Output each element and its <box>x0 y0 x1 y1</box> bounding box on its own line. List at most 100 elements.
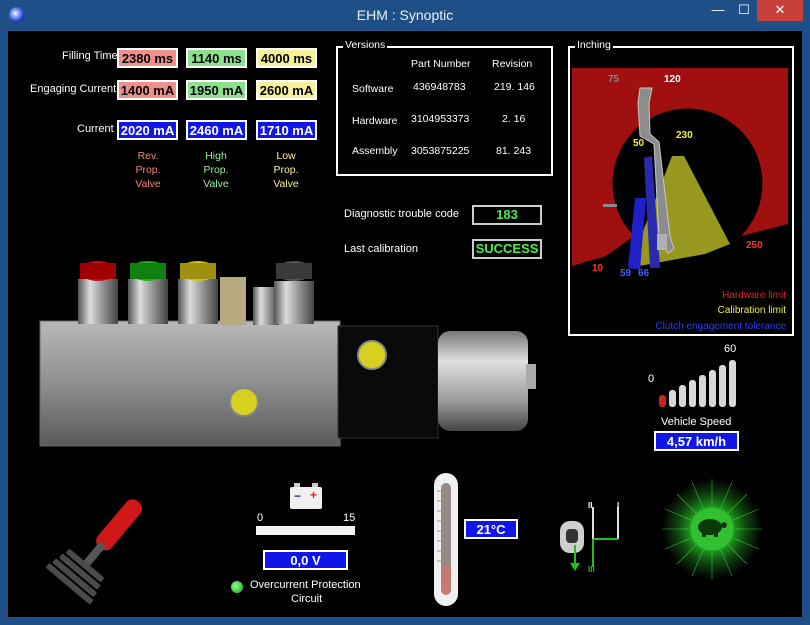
gear-label-3: III <box>588 565 595 574</box>
close-button[interactable]: ✕ <box>757 0 803 21</box>
battery-voltage-bar <box>256 526 355 535</box>
versions-title: Versions <box>343 39 388 51</box>
inching-label-10: 10 <box>592 263 604 274</box>
minimize-button[interactable]: — <box>705 0 731 21</box>
inching-label-230: 230 <box>676 130 693 141</box>
solenoid-housing <box>337 325 439 439</box>
valve-stem-low <box>178 261 218 324</box>
filling-time-low: 4000 ms <box>256 48 317 68</box>
battery-scale-max: 15 <box>343 512 356 524</box>
battery-minus: − <box>294 489 302 503</box>
valve-block-body <box>39 320 341 447</box>
battery-terminal <box>294 483 300 487</box>
yellow-port-plug <box>229 387 259 417</box>
speed-bar <box>709 370 716 407</box>
valve-caption-rev: Rev. Prop. Valve <box>120 149 176 191</box>
engaging-current-rev: 1400 mA <box>117 80 178 100</box>
valve-caption-line: Low <box>276 150 296 162</box>
speed-bar <box>659 395 666 407</box>
current-label: Current <box>77 123 114 135</box>
speed-bar <box>699 375 706 407</box>
yellow-port-plug <box>357 340 387 370</box>
joystick-illustration <box>46 499 142 604</box>
dtc-label: Diagnostic trouble code <box>344 208 459 220</box>
speed-bar <box>669 390 676 407</box>
valve-caption-line: Prop. <box>203 164 229 176</box>
valve-block-illustration <box>39 261 536 447</box>
legend-clutch-tolerance: Clutch engagement tolerance <box>655 321 786 332</box>
versions-row-name: Assembly <box>352 145 398 157</box>
turtle-mode-indicator <box>662 479 762 579</box>
gear-label-2: II <box>588 501 593 510</box>
valve-caption-line: Valve <box>135 178 161 190</box>
speed-bar <box>679 385 686 407</box>
versions-row-part: 3104953373 <box>411 113 470 125</box>
title-bar: EHM : Synoptic — ☐ ✕ <box>0 0 810 31</box>
versions-row-rev: 81. 243 <box>496 145 532 157</box>
solenoid-cylinder <box>438 331 528 431</box>
valve-caption-line: Prop. <box>273 164 299 176</box>
valve-caption-high: High Prop. Valve <box>188 149 244 191</box>
speed-bars <box>659 360 736 407</box>
inching-label-75: 75 <box>608 74 620 85</box>
versions-row-part: 436948783 <box>413 81 466 93</box>
battery-plus: + <box>310 488 318 502</box>
speed-max: 60 <box>724 343 737 355</box>
battery-terminal <box>312 483 318 487</box>
versions-col-rev: Revision <box>492 58 533 70</box>
valve-caption-line: Valve <box>273 178 299 190</box>
window: EHM : Synoptic — ☐ ✕ Filling Time Engagi… <box>0 0 810 625</box>
inching-frame: Inching 75 120 230 50 250 10 59 66 Hardw… <box>568 39 794 336</box>
window-title: EHM : Synoptic <box>356 7 454 23</box>
dtc-value: 183 <box>472 205 542 225</box>
engaging-current-low: 2600 mA <box>256 80 317 100</box>
versions-col-part: Part Number <box>411 58 471 70</box>
overcurrent-indicator-icon <box>231 581 243 593</box>
filling-time-label: Filling Time <box>62 50 118 62</box>
thermometer-icon <box>434 473 458 606</box>
engaging-current-high: 1950 mA <box>186 80 247 100</box>
current-high: 2460 mA <box>186 120 247 140</box>
inching-label-250: 250 <box>746 240 763 251</box>
versions-row-part: 3053875225 <box>411 145 470 157</box>
legend-calibration-limit: Calibration limit <box>717 305 786 316</box>
speed-bar <box>729 360 736 407</box>
valve-caption-line: Rev. <box>137 150 159 162</box>
overcurrent-label-1: Overcurrent Protection <box>250 579 361 591</box>
battery-icon: − + <box>290 483 322 509</box>
vehicle-speed-label: Vehicle Speed <box>661 416 732 428</box>
filling-time-rev: 2380 ms <box>117 48 178 68</box>
valve-stem-extra <box>274 261 314 324</box>
inching-label-120: 120 <box>664 74 681 85</box>
vehicle-speed-value: 4,57 km/h <box>654 431 739 451</box>
valve-caption-line: Prop. <box>135 164 161 176</box>
battery-voltage-value: 0,0 V <box>263 550 348 570</box>
temperature-value: 21°C <box>464 519 518 539</box>
battery-scale-min: 0 <box>257 512 264 524</box>
pressure-fitting <box>220 277 246 325</box>
versions-row-name: Software <box>352 83 394 95</box>
gear-label-1: I <box>617 501 620 510</box>
valve-caption-low: Low Prop. Valve <box>258 149 314 191</box>
valve-caption-line: Valve <box>203 178 229 190</box>
inching-label-66: 66 <box>638 268 650 279</box>
engaging-current-label: Engaging Current <box>30 83 117 95</box>
valve-stem-high <box>128 261 168 324</box>
filling-time-high: 1140 ms <box>186 48 247 68</box>
legend-hardware-limit: Hardware limit <box>722 290 786 301</box>
versions-row-name: Hardware <box>352 115 398 127</box>
versions-frame: Versions Part Number Revision Software 4… <box>336 39 553 176</box>
versions-row-rev: 219. 146 <box>494 81 535 93</box>
valve-caption-line: High <box>205 150 227 162</box>
synoptic-panel: Filling Time Engaging Current Current 23… <box>8 31 802 617</box>
overcurrent-label-2: Circuit <box>291 593 323 605</box>
inching-label-59: 59 <box>620 268 632 279</box>
turtle-icon <box>698 519 722 535</box>
speed-bar <box>719 365 726 407</box>
current-rev: 2020 mA <box>117 120 178 140</box>
versions-row-rev: 2. 16 <box>502 113 526 125</box>
current-low: 1710 mA <box>256 120 317 140</box>
maximize-button[interactable]: ☐ <box>731 0 757 21</box>
speed-bar <box>689 380 696 407</box>
inching-label-50: 50 <box>633 138 645 149</box>
